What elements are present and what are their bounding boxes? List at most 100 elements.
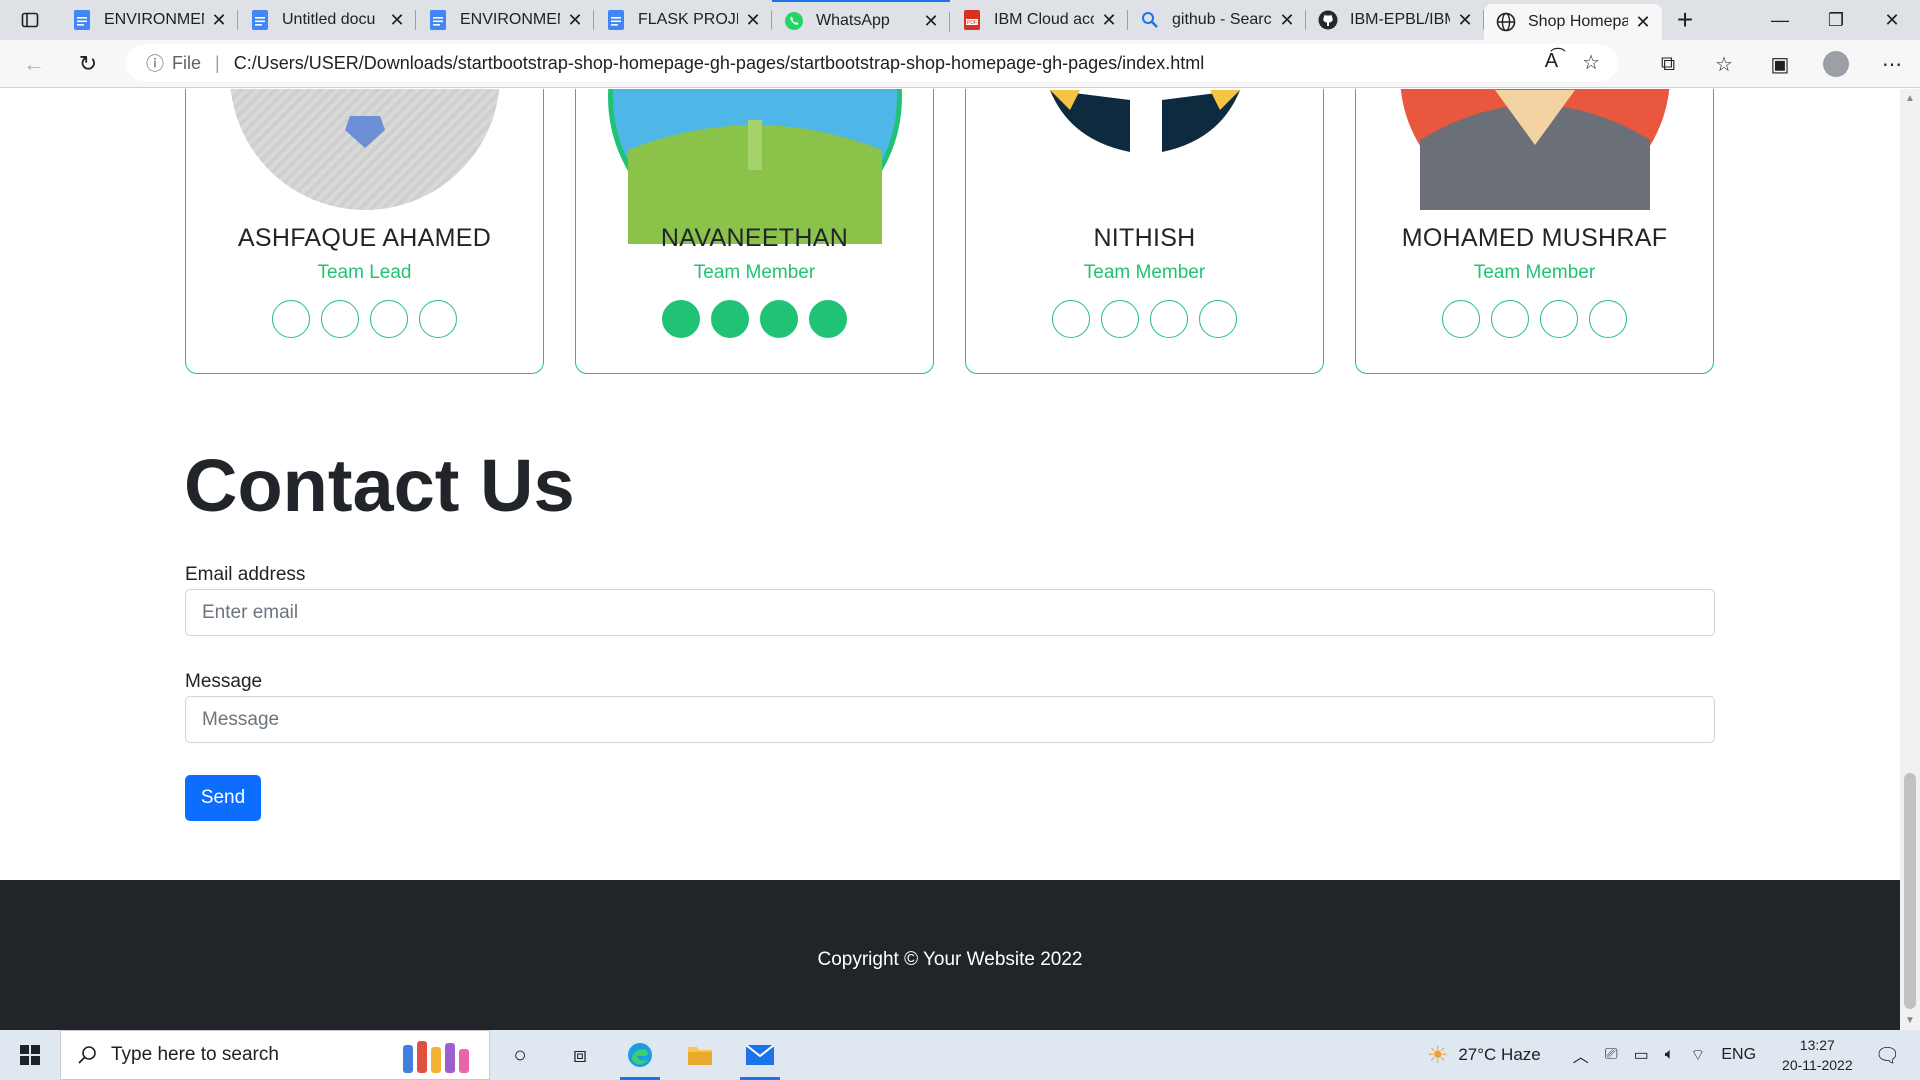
social-link-icon[interactable] bbox=[272, 300, 310, 338]
message-field[interactable]: Message bbox=[185, 696, 1715, 743]
tab-flask-project[interactable]: FLASK PROJEC ✕ bbox=[594, 0, 772, 40]
extensions-button[interactable]: ⧉ bbox=[1640, 40, 1696, 88]
close-tab-icon[interactable]: ✕ bbox=[1100, 10, 1118, 31]
notifications-icon[interactable]: 🗨︎ bbox=[1875, 1043, 1900, 1068]
collections-button[interactable]: ▣ bbox=[1752, 40, 1808, 88]
close-tab-icon[interactable]: ✕ bbox=[1456, 10, 1474, 31]
clock-date: 20-11-2022 bbox=[1782, 1057, 1853, 1073]
close-tab-icon[interactable]: ✕ bbox=[1278, 10, 1296, 31]
window-controls: — ❐ ✕ bbox=[1752, 0, 1920, 40]
team-card: NAVANEETHAN Team Member bbox=[575, 89, 934, 374]
address-separator: | bbox=[215, 52, 220, 73]
social-link-icon[interactable] bbox=[1052, 300, 1090, 338]
social-link-icon[interactable] bbox=[711, 300, 749, 338]
close-tab-icon[interactable]: ✕ bbox=[1634, 12, 1652, 33]
address-bar-actions: A͡ ☆ bbox=[1545, 50, 1600, 75]
start-button[interactable] bbox=[0, 1030, 60, 1080]
cortana-button[interactable]: ○ bbox=[490, 1030, 550, 1080]
google-docs-icon bbox=[428, 10, 448, 30]
close-tab-icon[interactable]: ✕ bbox=[744, 10, 762, 31]
tab-environment-2[interactable]: ENVIRONMEN ✕ bbox=[416, 0, 594, 40]
page-scrollbar[interactable]: ▲ ▼ bbox=[1900, 89, 1920, 1030]
send-button[interactable]: Send bbox=[185, 775, 261, 821]
globe-icon bbox=[1496, 12, 1516, 32]
social-link-icon[interactable] bbox=[419, 300, 457, 338]
social-link-icon[interactable] bbox=[1491, 300, 1529, 338]
sun-haze-icon: ☀ bbox=[1426, 1041, 1449, 1069]
scroll-down-icon[interactable]: ▼ bbox=[1900, 1015, 1920, 1026]
tab-actions-menu-button[interactable] bbox=[0, 0, 60, 40]
tab-github-search[interactable]: github - Searc ✕ bbox=[1128, 0, 1306, 40]
profile-button[interactable] bbox=[1808, 40, 1864, 88]
social-links bbox=[186, 300, 543, 338]
wifi-icon[interactable]: ⌔ bbox=[1690, 1045, 1705, 1065]
taskbar-search-box[interactable]: Type here to search bbox=[60, 1030, 490, 1080]
email-label: Email address bbox=[185, 564, 306, 585]
taskbar-mail[interactable] bbox=[730, 1030, 790, 1080]
weather-widget[interactable]: ☀ 27°C Haze bbox=[1427, 1041, 1541, 1070]
close-tab-icon[interactable]: ✕ bbox=[566, 10, 584, 31]
social-link-icon[interactable] bbox=[1199, 300, 1237, 338]
meet-now-icon[interactable]: ⎚ bbox=[1605, 1046, 1618, 1064]
battery-icon[interactable]: ▭ bbox=[1634, 1045, 1649, 1065]
social-link-icon[interactable] bbox=[662, 300, 700, 338]
settings-menu-button[interactable]: ⋯ bbox=[1864, 40, 1920, 88]
show-hidden-icons-icon[interactable]: ︿ bbox=[1573, 1043, 1589, 1067]
clock-time: 13:27 bbox=[1799, 1037, 1835, 1053]
tab-title: ENVIRONMEN bbox=[460, 11, 560, 28]
back-button[interactable]: ← bbox=[12, 42, 56, 86]
tab-ibm-epbl[interactable]: IBM-EPBL/IBM ✕ bbox=[1306, 0, 1484, 40]
social-link-icon[interactable] bbox=[321, 300, 359, 338]
close-tab-icon[interactable]: ✕ bbox=[388, 10, 406, 31]
close-window-button[interactable]: ✕ bbox=[1864, 0, 1920, 40]
folder-icon bbox=[688, 1047, 712, 1065]
close-tab-icon[interactable]: ✕ bbox=[210, 10, 228, 31]
search-icon bbox=[78, 1046, 96, 1064]
tab-ibm-cloud[interactable]: PDF IBM Cloud acc ✕ bbox=[950, 0, 1128, 40]
new-tab-button[interactable]: + bbox=[1662, 0, 1708, 40]
tab-whatsapp[interactable]: WhatsApp ✕ bbox=[772, 0, 950, 40]
volume-icon[interactable]: 🔈︎ bbox=[1665, 1046, 1675, 1064]
task-view-button[interactable]: ⧈ bbox=[550, 1030, 610, 1080]
restore-button[interactable]: ❐ bbox=[1808, 0, 1864, 40]
close-icon: ✕ bbox=[1884, 9, 1900, 30]
team-card: ASHFAQUE AHAMED Team Lead bbox=[185, 89, 544, 374]
info-icon[interactable]: ⓘ bbox=[146, 50, 164, 76]
social-links bbox=[1356, 300, 1713, 338]
scrollbar-thumb[interactable] bbox=[1904, 773, 1916, 1009]
add-favorite-icon[interactable]: ☆ bbox=[1582, 50, 1600, 75]
team-member-avatar bbox=[1399, 89, 1670, 210]
language-indicator[interactable]: ENG bbox=[1721, 1046, 1756, 1064]
social-link-icon[interactable] bbox=[1589, 300, 1627, 338]
contact-title: Contact Us bbox=[184, 444, 575, 527]
refresh-button[interactable]: ↻ bbox=[66, 42, 110, 86]
email-field[interactable]: Enter email bbox=[185, 589, 1715, 636]
social-link-icon[interactable] bbox=[1101, 300, 1139, 338]
social-link-icon[interactable] bbox=[809, 300, 847, 338]
search-icon bbox=[1140, 10, 1160, 30]
social-link-icon[interactable] bbox=[760, 300, 798, 338]
email-placeholder: Enter email bbox=[202, 601, 299, 623]
scroll-up-icon[interactable]: ▲ bbox=[1900, 93, 1920, 104]
read-aloud-icon[interactable]: A͡ bbox=[1545, 50, 1558, 75]
message-placeholder: Message bbox=[202, 708, 280, 730]
social-link-icon[interactable] bbox=[1442, 300, 1480, 338]
taskbar-file-explorer[interactable] bbox=[670, 1030, 730, 1080]
social-link-icon[interactable] bbox=[370, 300, 408, 338]
tab-environment-1[interactable]: ENVIRONMEN ✕ bbox=[60, 0, 238, 40]
close-tab-icon[interactable]: ✕ bbox=[922, 11, 940, 32]
favorites-button[interactable]: ☆ bbox=[1696, 40, 1752, 88]
mail-icon bbox=[746, 1045, 774, 1065]
pdf-icon: PDF bbox=[962, 10, 982, 30]
social-link-icon[interactable] bbox=[1150, 300, 1188, 338]
address-bar[interactable]: ⓘ File | C:/Users/USER/Downloads/startbo… bbox=[126, 44, 1618, 82]
tab-untitled-document[interactable]: Untitled docu ✕ bbox=[238, 0, 416, 40]
taskbar-edge[interactable] bbox=[610, 1030, 670, 1080]
tab-title: github - Searc bbox=[1172, 11, 1272, 28]
social-link-icon[interactable] bbox=[1540, 300, 1578, 338]
social-links bbox=[966, 300, 1323, 338]
minimize-button[interactable]: — bbox=[1752, 0, 1808, 40]
tab-shop-homepage[interactable]: Shop Homepa ✕ bbox=[1484, 4, 1662, 40]
search-highlight-illustration bbox=[403, 1041, 469, 1073]
clock[interactable]: 13:27 20-11-2022 bbox=[1782, 1035, 1853, 1075]
